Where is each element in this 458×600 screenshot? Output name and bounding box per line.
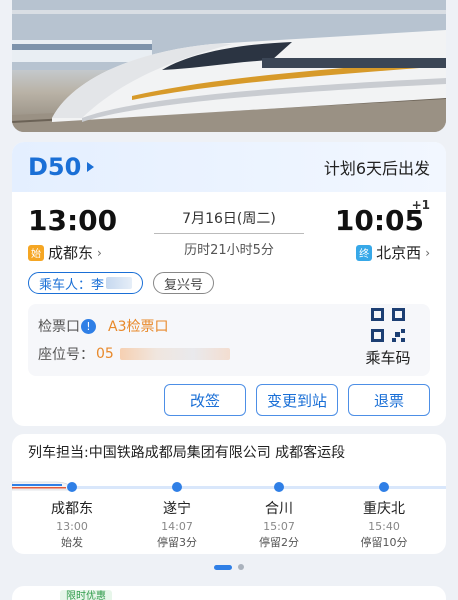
page-indicator: [0, 564, 458, 570]
ticket-header: D50 计划6天后出发: [12, 142, 446, 192]
stop-dot: [379, 482, 389, 492]
gate-value: A3检票口: [108, 319, 169, 335]
train-photo: [12, 0, 446, 132]
passenger-chip[interactable]: 乘车人：李: [28, 272, 144, 294]
seat-value: 05: [96, 346, 114, 362]
stop-time: 14:07: [161, 520, 193, 533]
route-card[interactable]: 列车担当:中国铁路成都局集团有限公司 成都客运段 成都东 13:00 始发 遂宁…: [12, 434, 446, 554]
stop-dot: [274, 482, 284, 492]
seat-row: 座位号： 05: [38, 344, 230, 364]
seat-label: 座位号：: [38, 347, 94, 363]
train-type-chip: 复兴号: [153, 272, 215, 294]
change-destination-button[interactable]: 变更到站: [256, 384, 338, 416]
train-number-link[interactable]: D50: [28, 153, 95, 181]
info-icon[interactable]: !: [81, 318, 96, 334]
stop-name: 成都东: [51, 501, 93, 517]
page-dot-active: [214, 564, 232, 570]
stop-status: 始发: [61, 536, 83, 549]
train-number: D50: [28, 153, 82, 181]
departure-countdown: 计划6天后出发: [323, 159, 430, 178]
stop-dot: [172, 482, 182, 492]
stop-status: 停留10分: [360, 536, 408, 549]
gate-row: 检票口 ! A3检票口: [38, 316, 168, 336]
stop-dot: [67, 482, 77, 492]
qr-code-icon: [371, 308, 405, 342]
change-ticket-button[interactable]: 改签: [164, 384, 246, 416]
stop-name: 遂宁: [163, 501, 191, 517]
stop-status: 停留2分: [259, 536, 299, 549]
stop-name: 重庆北: [363, 501, 405, 517]
stop-item[interactable]: 成都东 13:00 始发: [32, 482, 112, 550]
stop-item[interactable]: 重庆北 15:40 停留10分: [344, 482, 424, 550]
promo-card[interactable]: 限时优惠: [12, 586, 446, 600]
stop-time: 15:07: [263, 520, 295, 533]
passenger-name-redacted: [106, 277, 133, 289]
passenger-label: 乘车人：李: [39, 277, 105, 293]
stop-name: 合川: [265, 501, 293, 517]
triangle-right-icon: [87, 162, 95, 172]
ticket-actions: 改签 变更到站 退票: [164, 384, 430, 416]
chevron-right-icon: ›: [425, 245, 430, 260]
ride-code-button[interactable]: 乘车码: [356, 308, 420, 368]
ride-code-label: 乘车码: [365, 349, 411, 367]
gate-seat-panel: 检票口 ! A3检票口 座位号： 05 乘车码: [28, 304, 430, 376]
stop-item[interactable]: 合川 15:07 停留2分: [239, 482, 319, 550]
divider: [154, 233, 304, 234]
to-station-name: 北京西: [376, 244, 422, 262]
chevron-right-icon: ›: [97, 245, 102, 260]
ticket-tags: 乘车人：李 复兴号: [28, 272, 215, 294]
stop-item[interactable]: 遂宁 14:07 停留3分: [137, 482, 217, 550]
arrival-time: 10:05 +1: [335, 198, 430, 237]
page-dot: [238, 564, 244, 570]
refund-button[interactable]: 退票: [348, 384, 430, 416]
gate-label: 检票口: [38, 319, 80, 335]
to-station[interactable]: 终 北京西 ›: [356, 242, 430, 263]
from-station-name: 成都东: [48, 244, 94, 262]
ticket-card[interactable]: D50 计划6天后出发 13:00 7月16日(周二) 历时21小时5分 10:…: [12, 142, 446, 426]
schedule: 13:00 7月16日(周二) 历时21小时5分 10:05 +1 始 成都东 …: [28, 198, 430, 264]
end-badge: 终: [356, 244, 373, 261]
train-operator: 列车担当:中国铁路成都局集团有限公司 成都客运段: [28, 445, 346, 461]
day-offset: +1: [411, 198, 430, 212]
stop-time: 13:00: [56, 520, 88, 533]
from-station[interactable]: 始 成都东 ›: [28, 242, 102, 263]
promo-tag: 限时优惠: [60, 590, 112, 600]
stop-status: 停留3分: [157, 536, 197, 549]
start-badge: 始: [28, 244, 44, 261]
seat-number-redacted: [119, 348, 230, 360]
stop-time: 15:40: [368, 520, 400, 533]
